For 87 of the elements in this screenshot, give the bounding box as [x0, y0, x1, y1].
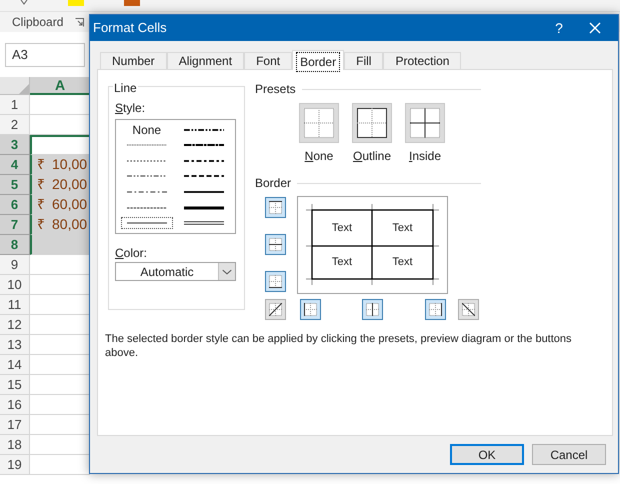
border-icon [269, 238, 282, 251]
line-style-option[interactable] [120, 217, 173, 230]
tab[interactable]: Border [292, 50, 344, 70]
currency-symbol: ₹ [37, 155, 45, 174]
tab[interactable]: Protection [383, 52, 462, 69]
chevron-down-icon [218, 263, 235, 280]
color-dropdown[interactable]: Automatic [115, 262, 236, 281]
line-style-option[interactable]: None [129, 120, 164, 140]
row-header[interactable]: 15 [0, 375, 30, 395]
border-toggle-button[interactable] [265, 197, 286, 218]
help-button[interactable]: ? [539, 18, 579, 38]
row-header[interactable]: 11 [0, 295, 30, 315]
table-cell[interactable]: ₹ 20,00 [30, 175, 90, 195]
row-header[interactable]: 2 [0, 115, 30, 135]
row-header[interactable]: 17 [0, 415, 30, 435]
currency-symbol: ₹ [37, 215, 45, 234]
tab[interactable]: Number [100, 52, 167, 69]
grid-icon [410, 108, 440, 138]
row-header[interactable]: 5 [0, 175, 30, 195]
row-header[interactable]: 14 [0, 355, 30, 375]
border-toggle-button[interactable] [265, 271, 286, 292]
table-cell[interactable]: ₹ 80,00 [30, 215, 90, 235]
border-icon [429, 303, 442, 316]
table-cell[interactable] [30, 135, 90, 155]
border-toggle-button[interactable] [362, 299, 383, 320]
border-toggle-button[interactable] [300, 299, 321, 320]
border-toggle-button[interactable] [265, 299, 286, 320]
border-toggle-button[interactable] [458, 299, 479, 320]
ribbon-group-label: Clipboard [12, 14, 64, 31]
table-cell[interactable]: ₹ 60,00 [30, 195, 90, 215]
row-header[interactable]: 16 [0, 395, 30, 415]
dialog-launcher-icon[interactable] [75, 18, 84, 26]
grid-icon [304, 108, 334, 138]
preview-text: Text [332, 220, 352, 236]
table-cell[interactable]: ₹ 10,00 [30, 155, 90, 175]
grid-icon [357, 108, 387, 138]
row-header[interactable]: 4 [0, 155, 30, 175]
currency-symbol: ₹ [37, 175, 45, 194]
preset-label: Outline [352, 148, 392, 165]
border-icon [366, 303, 379, 316]
ok-button[interactable]: OK [450, 444, 524, 465]
border-preview[interactable]: Text Text Text Text [297, 196, 448, 294]
description-text: The selected border style can be applied by clicking the presets, preview diagram or the buttons above. [105, 332, 573, 360]
section-title: Presets [255, 81, 296, 98]
column-header[interactable]: A [30, 77, 90, 95]
preset-button[interactable] [405, 103, 445, 143]
row-header[interactable]: 12 [0, 315, 30, 335]
row-header[interactable]: 1 [0, 95, 30, 115]
cell-amount: 20,00 [52, 175, 88, 194]
tab[interactable]: Alignment [166, 52, 244, 69]
section-title: Border [255, 175, 292, 192]
name-box[interactable]: A3 [5, 42, 85, 66]
row-header[interactable]: 9 [0, 255, 30, 275]
border-icon [269, 275, 282, 288]
row-header[interactable]: 13 [0, 335, 30, 355]
color-label: Color: [115, 245, 148, 262]
border-icon [269, 201, 282, 214]
border-toggle-button[interactable] [425, 299, 446, 320]
row-header[interactable]: 6 [0, 195, 30, 215]
cancel-button[interactable]: Cancel [532, 444, 606, 465]
style-label: Style: [115, 100, 146, 117]
border-icon [462, 303, 475, 316]
row-header[interactable]: 7 [0, 215, 30, 235]
preview-text: Text [392, 220, 413, 236]
cell-amount: 80,00 [52, 215, 88, 234]
row-header[interactable]: 3 [0, 135, 30, 155]
tab[interactable]: Font [244, 52, 292, 69]
font-color-icon[interactable] [124, 0, 140, 6]
preset-button[interactable] [352, 103, 392, 143]
preset-label: None [304, 148, 334, 165]
cell-amount: 10,00 [52, 155, 88, 174]
currency-symbol: ₹ [37, 195, 45, 214]
row-header[interactable]: 8 [0, 235, 30, 255]
row-header[interactable]: 18 [0, 435, 30, 455]
border-icon [304, 303, 317, 316]
preview-text: Text [332, 255, 352, 270]
cell-amount: 60,00 [52, 195, 88, 214]
border-toggle-button[interactable] [265, 234, 286, 255]
window-title: Format Cells [93, 19, 168, 38]
row-header[interactable]: 19 [0, 455, 30, 475]
tab[interactable]: Fill [344, 52, 384, 69]
corner-triangle-icon [19, 84, 29, 94]
preset-label: Inside [408, 148, 442, 165]
close-icon[interactable] [589, 22, 601, 34]
border-icon [269, 303, 282, 316]
preview-text: Text [392, 255, 413, 270]
row-header[interactable]: 10 [0, 275, 30, 295]
